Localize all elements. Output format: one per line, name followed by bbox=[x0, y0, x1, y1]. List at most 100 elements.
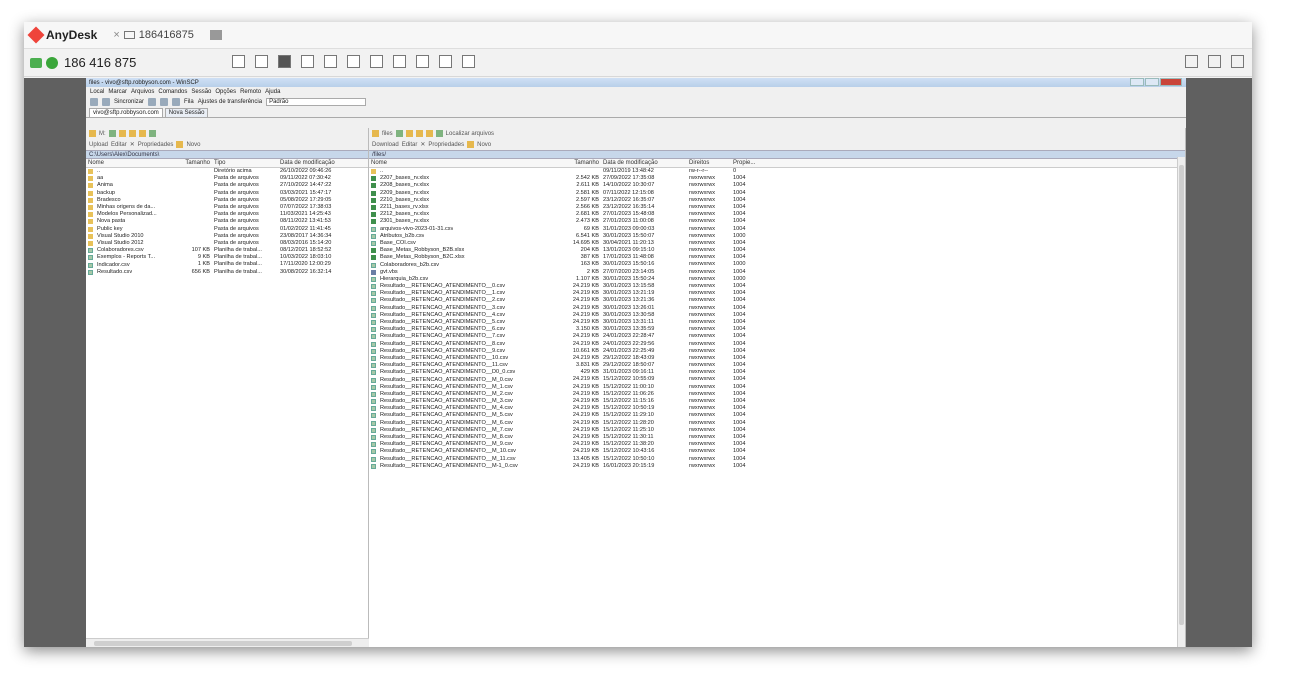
transfer-preset-select[interactable]: Padrão bbox=[266, 98, 367, 106]
display-icon[interactable] bbox=[232, 55, 245, 68]
table-row[interactable]: 2207_bases_rv.xlsx 2.542 KB 27/09/2022 17:… bbox=[369, 175, 1185, 182]
properties-button[interactable]: Propriedades bbox=[138, 142, 174, 148]
col-date[interactable]: Data de modificação bbox=[278, 159, 366, 167]
col-size[interactable]: Tamanho bbox=[565, 159, 601, 167]
col-date[interactable]: Data de modificação bbox=[601, 159, 687, 167]
home-icon[interactable] bbox=[138, 130, 146, 137]
table-row[interactable]: Resultado__RETENCAO_ATENDIMENTO__3.csv 24… bbox=[369, 305, 1185, 312]
keyboard-icon[interactable] bbox=[370, 55, 383, 68]
table-row[interactable]: Base_COI.csv 14.695 KB 30/04/2021 11:20:13… bbox=[369, 240, 1185, 247]
sync-button[interactable]: Sincronizar bbox=[114, 99, 144, 105]
new-button[interactable]: Novo bbox=[186, 142, 200, 148]
new-folder-icon[interactable] bbox=[176, 141, 184, 148]
local-drive-select[interactable]: M: bbox=[99, 131, 106, 137]
upload-button[interactable]: Upload bbox=[89, 142, 108, 148]
menu-icon[interactable] bbox=[1231, 55, 1244, 68]
table-row[interactable]: Resultado__RETENCAO_ATENDIMENTO__M_7.csv… bbox=[369, 427, 1185, 434]
table-row[interactable]: Resultado__RETENCAO_ATENDIMENTO__M_2.csv… bbox=[369, 391, 1185, 398]
table-row[interactable]: Exemplos - Reports T... 9 KB Planilha de t… bbox=[86, 254, 368, 261]
table-row[interactable]: Resultado__RETENCAO_ATENDIMENTO__M-1_0.c… bbox=[369, 463, 1185, 470]
queue-button[interactable]: Fila bbox=[184, 99, 194, 105]
table-row[interactable]: Minhas origens de da... Pasta de arquivos… bbox=[86, 204, 368, 211]
menu-sessao[interactable]: Sessão bbox=[191, 89, 211, 95]
table-row[interactable]: 2301_bases_rv.xlsx 2.473 KB 27/01/2023 11:… bbox=[369, 218, 1185, 225]
whiteboard-pen-icon[interactable] bbox=[439, 55, 452, 68]
table-row[interactable]: Atributos_b2b.csv 6.541 KB 30/01/2023 15:5… bbox=[369, 233, 1185, 240]
permissions-icon[interactable] bbox=[416, 55, 429, 68]
table-row[interactable]: Resultado__RETENCAO_ATENDIMENTO__M_10.cs… bbox=[369, 448, 1185, 455]
table-row[interactable]: Resultado__RETENCAO_ATENDIMENTO__M_0.csv… bbox=[369, 376, 1185, 383]
hscroll-thumb[interactable] bbox=[94, 641, 352, 646]
refresh-icon[interactable] bbox=[148, 130, 156, 137]
table-row[interactable]: Resultado__RETENCAO_ATENDIMENTO__M_9.csv… bbox=[369, 441, 1185, 448]
actions-lightning-icon[interactable] bbox=[347, 55, 360, 68]
table-row[interactable]: Resultado__RETENCAO_ATENDIMENTO__0.csv 24… bbox=[369, 283, 1185, 290]
filter-icon[interactable] bbox=[395, 130, 403, 137]
refresh-icon[interactable] bbox=[435, 130, 443, 137]
download-button[interactable]: Download bbox=[372, 142, 399, 148]
menu-marcar[interactable]: Marcar bbox=[108, 89, 127, 95]
delete-icon[interactable]: ✕ bbox=[130, 141, 135, 148]
table-row[interactable]: Resultado__RETENCAO_ATENDIMENTO__M_8.csv… bbox=[369, 434, 1185, 441]
find-files-button[interactable]: Localizar arquivos bbox=[446, 131, 494, 137]
table-row[interactable]: Public key Pasta de arquivos 01/02/2022 11… bbox=[86, 226, 368, 233]
table-row[interactable]: Resultado.csv 656 KB Planilha de trabal...… bbox=[86, 269, 368, 276]
col-type[interactable]: Tipo bbox=[212, 159, 278, 167]
history-icon[interactable] bbox=[1185, 55, 1198, 68]
minimize-button[interactable] bbox=[1130, 78, 1144, 86]
table-row[interactable]: .. Diretório acima 26/10/2022 09:46:26 bbox=[86, 168, 368, 175]
table-row[interactable]: Resultado__RETENCAO_ATENDIMENTO__1.csv 24… bbox=[369, 290, 1185, 297]
table-row[interactable]: Resultado__RETENCAO_ATENDIMENTO__2.csv 24… bbox=[369, 297, 1185, 304]
table-row[interactable]: Visual Studio 2012 Pasta de arquivos 08/03… bbox=[86, 240, 368, 247]
compare-icon[interactable] bbox=[90, 98, 98, 106]
table-row[interactable]: Resultado__RETENCAO_ATENDIMENTO__M_3.csv… bbox=[369, 398, 1185, 405]
table-row[interactable]: 2210_bases_rv.xlsx 2.597 KB 23/12/2022 16:… bbox=[369, 197, 1185, 204]
favorite-star-icon[interactable] bbox=[255, 55, 268, 68]
anydesk-session-tab[interactable]: × 186416875 bbox=[107, 29, 200, 41]
menu-comandos[interactable]: Comandos bbox=[158, 89, 187, 95]
new-button[interactable]: Novo bbox=[477, 142, 491, 148]
properties-button[interactable]: Propriedades bbox=[428, 142, 464, 148]
tab-session[interactable]: vivo@sftp.robbyson.com bbox=[89, 108, 163, 117]
screen-icon[interactable] bbox=[393, 55, 406, 68]
table-row[interactable]: Visual Studio 2010 Pasta de arquivos 23/08… bbox=[86, 233, 368, 240]
tab-new-session[interactable]: Nova Sessão bbox=[164, 108, 209, 117]
table-row[interactable]: Resultado__RETENCAO_ATENDIMENTO__M_11.cs… bbox=[369, 456, 1185, 463]
table-row[interactable]: Colaboradores.csv 107 KB Planilha de traba… bbox=[86, 247, 368, 254]
chat-icon[interactable] bbox=[324, 55, 337, 68]
root-folder-icon[interactable] bbox=[415, 130, 423, 137]
monitor-select-icon[interactable] bbox=[278, 55, 291, 68]
filter-icon[interactable] bbox=[108, 130, 116, 137]
file-transfer-icon[interactable] bbox=[462, 55, 475, 68]
table-row[interactable]: aa Pasta de arquivos 09/11/2022 07:30:42 bbox=[86, 175, 368, 182]
menu-ajuda[interactable]: Ajuda bbox=[265, 89, 280, 95]
edit-button[interactable]: Editar bbox=[402, 142, 418, 148]
table-row[interactable]: Resultado__RETENCAO_ATENDIMENTO__8.csv 24… bbox=[369, 341, 1185, 348]
table-row[interactable]: backup Pasta de arquivos 03/03/2021 15:47:… bbox=[86, 190, 368, 197]
new-folder-icon[interactable] bbox=[467, 141, 475, 148]
table-row[interactable]: Resultado__RETENCAO_ATENDIMENTO__10.csv 2… bbox=[369, 355, 1185, 362]
table-row[interactable]: 2209_bases_rv.xlsx 2.581 KB 07/11/2022 12:… bbox=[369, 190, 1185, 197]
local-path[interactable]: C:\Users\Alex\Documents\ bbox=[86, 150, 368, 159]
col-name[interactable]: Nome bbox=[369, 159, 565, 167]
menu-arquivos[interactable]: Arquivos bbox=[131, 89, 154, 95]
table-row[interactable]: Bradesco Pasta de arquivos 05/08/2022 17:2… bbox=[86, 197, 368, 204]
table-row[interactable]: Resultado__RETENCAO_ATENDIMENTO__7.csv 24… bbox=[369, 333, 1185, 340]
remote-vscrollbar[interactable] bbox=[1177, 157, 1185, 647]
delete-icon[interactable]: ✕ bbox=[420, 141, 425, 148]
table-row[interactable]: 2211_bases_rv.xlsx 2.566 KB 23/12/2022 16:… bbox=[369, 204, 1185, 211]
col-rights[interactable]: Direitos bbox=[687, 159, 731, 167]
close-tab-icon[interactable]: × bbox=[113, 29, 119, 41]
parent-folder-icon[interactable] bbox=[405, 130, 413, 137]
remote-folder-select[interactable]: files bbox=[382, 131, 393, 137]
table-row[interactable]: Resultado__RETENCAO_ATENDIMENTO__M_4.csv… bbox=[369, 405, 1185, 412]
col-name[interactable]: Nome bbox=[86, 159, 176, 167]
terminal-icon[interactable] bbox=[148, 98, 157, 106]
vscroll-thumb[interactable] bbox=[1179, 165, 1184, 625]
table-row[interactable]: Colaboradores_b2b.csv 163 KB 30/01/2023 15… bbox=[369, 261, 1185, 268]
table-row[interactable]: Resultado__RETENCAO_ATENDIMENTO__M_1.csv… bbox=[369, 384, 1185, 391]
parent-folder-icon[interactable] bbox=[118, 130, 126, 137]
sync-icon[interactable] bbox=[102, 98, 110, 106]
col-size[interactable]: Tamanho bbox=[176, 159, 212, 167]
table-row[interactable]: Resultado__RETENCAO_ATENDIMENTO__9.csv 10… bbox=[369, 348, 1185, 355]
